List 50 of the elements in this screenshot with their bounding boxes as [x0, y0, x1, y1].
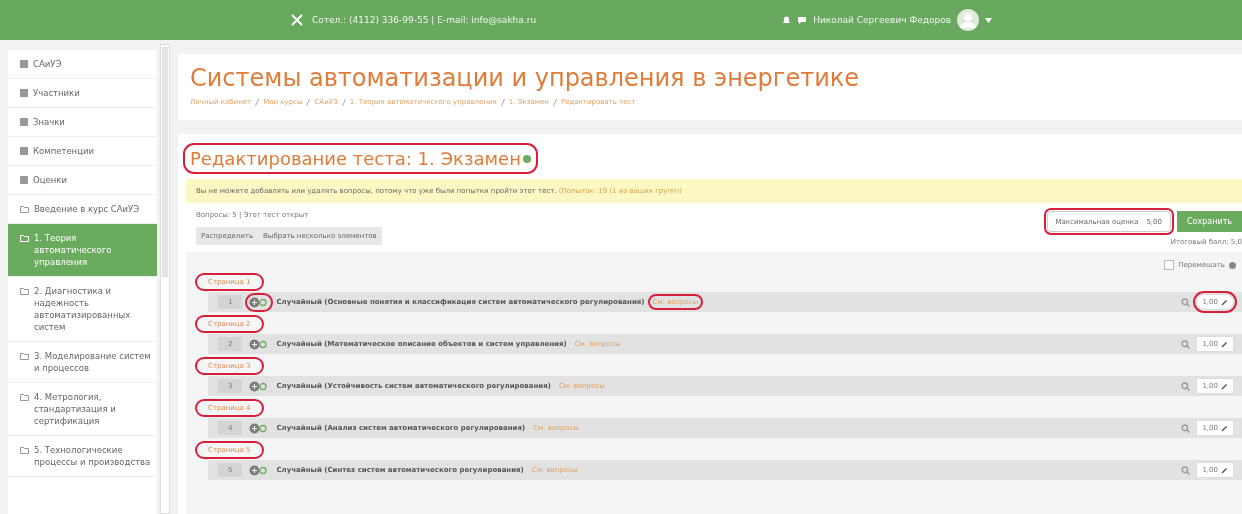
- breadcrumb-separator-icon: [552, 98, 557, 106]
- folder-icon: [20, 287, 29, 295]
- list-icon: [20, 89, 28, 97]
- list-icon: [20, 176, 28, 184]
- close-icon[interactable]: [290, 13, 304, 27]
- sidebar-item[interactable]: Значки: [8, 108, 158, 137]
- preview-icon[interactable]: [1181, 465, 1191, 475]
- sidebar-item[interactable]: САиУЭ: [8, 50, 158, 79]
- user-name[interactable]: Николай Сергеевич Федоров: [813, 15, 951, 25]
- pencil-icon[interactable]: [1221, 424, 1228, 432]
- course-title: Системы автоматизации и управления в энергетике: [190, 64, 861, 92]
- shuffle-checkbox[interactable]: [1164, 260, 1175, 270]
- breadcrumb-separator-icon: [255, 98, 260, 106]
- help-icon[interactable]: [522, 154, 531, 163]
- sidebar-item[interactable]: Компетенции: [8, 137, 158, 166]
- help-icon[interactable]: [1229, 261, 1236, 269]
- breadcrumb-separator-icon: [306, 98, 311, 106]
- folder-icon: [20, 205, 29, 213]
- save-button[interactable]: Сохранить: [1177, 211, 1242, 232]
- sidebar-item[interactable]: 3. Моделирование систем и процессов: [8, 342, 158, 383]
- preview-icon[interactable]: [1181, 339, 1191, 349]
- folder-icon: [20, 234, 29, 242]
- sidebar-item[interactable]: Оценки: [8, 166, 158, 195]
- sidebar-item[interactable]: 5. Технологические процессы и производства: [8, 436, 158, 477]
- list-icon: [20, 147, 28, 155]
- preview-icon[interactable]: [1181, 297, 1191, 307]
- list-icon: [20, 118, 28, 126]
- pencil-icon[interactable]: [1221, 466, 1228, 474]
- avatar-icon[interactable]: [957, 9, 979, 31]
- contact-info: Сотел.: (4112) 336-99-55 | E-mail: info@sakha.ru: [312, 15, 537, 25]
- pencil-icon[interactable]: [1221, 298, 1228, 306]
- breadcrumb-separator-icon: [500, 98, 505, 106]
- sidebar-item[interactable]: 1. Теория автоматического управления: [8, 224, 158, 277]
- sidebar-item[interactable]: Участники: [8, 79, 158, 108]
- folder-icon: [20, 446, 29, 454]
- preview-icon[interactable]: [1181, 381, 1191, 391]
- pencil-icon[interactable]: [1221, 340, 1228, 348]
- sidebar-item[interactable]: 2. Диагностика и надежность автоматизированных систем: [8, 277, 158, 342]
- breadcrumb-separator-icon: [341, 98, 346, 106]
- pencil-icon[interactable]: [1221, 382, 1228, 390]
- scrollbar[interactable]: [160, 44, 170, 514]
- list-icon: [20, 60, 28, 68]
- folder-icon: [20, 393, 29, 401]
- bell-icon[interactable]: [782, 15, 792, 25]
- caret-icon[interactable]: [985, 17, 992, 23]
- page-heading: Редактирование теста: 1. Экзамен: [186, 146, 535, 171]
- folder-icon: [20, 352, 29, 360]
- sidebar-item[interactable]: 4. Метрология, стандартизация и сертификация: [8, 383, 158, 436]
- chat-icon[interactable]: [797, 15, 808, 25]
- preview-icon[interactable]: [1181, 423, 1191, 433]
